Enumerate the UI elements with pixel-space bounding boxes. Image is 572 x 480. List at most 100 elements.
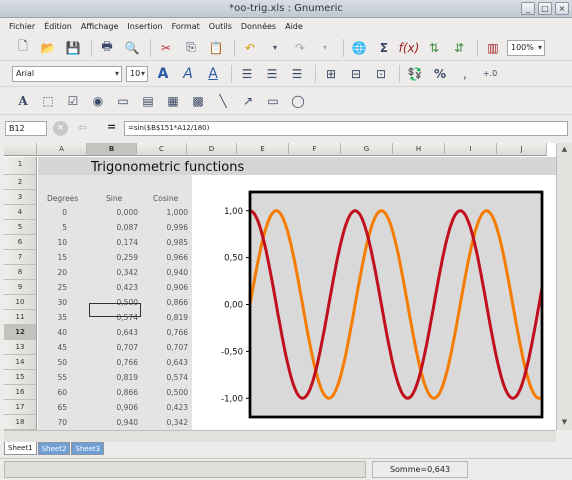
list-icon[interactable]: ▦: [162, 91, 184, 111]
italic-icon[interactable]: A: [177, 64, 199, 84]
merge-cells-icon[interactable]: ⊞: [320, 64, 342, 84]
cell-sine[interactable]: 0,000: [88, 205, 142, 220]
row-header[interactable]: 11: [4, 310, 37, 325]
tab-sheet3[interactable]: Sheet3: [71, 442, 105, 455]
underline-icon[interactable]: A: [202, 64, 224, 84]
scroll-up-icon[interactable]: ▲: [559, 145, 570, 155]
column-header-j[interactable]: J: [497, 143, 547, 156]
label-icon[interactable]: A: [12, 91, 34, 111]
ellipse-icon[interactable]: ◯: [287, 91, 309, 111]
zoom-select[interactable]: 100% ▾: [507, 39, 545, 56]
cell-cosine[interactable]: 0,819: [138, 310, 192, 325]
chart-icon[interactable]: ▥: [482, 38, 504, 58]
cell-cosine[interactable]: 0,643: [138, 355, 192, 370]
cell-cosine[interactable]: 0,342: [138, 415, 192, 430]
thousands-separator-icon[interactable]: ,: [454, 64, 476, 84]
align-left-icon[interactable]: ☰: [236, 64, 258, 84]
column-header-b[interactable]: B: [87, 143, 137, 156]
cell-degrees[interactable]: 20: [38, 265, 71, 280]
cell-cosine[interactable]: 0,940: [138, 265, 192, 280]
split-cells-icon[interactable]: ⊟: [345, 64, 367, 84]
cell-degrees[interactable]: 70: [38, 415, 71, 430]
cell-degrees[interactable]: 45: [38, 340, 71, 355]
column-header-a[interactable]: A: [37, 143, 87, 156]
cell-sine[interactable]: 0,259: [88, 250, 142, 265]
column-header-c[interactable]: C: [137, 143, 187, 156]
cell-cosine[interactable]: 0,766: [138, 325, 192, 340]
cell-cosine[interactable]: 0,866: [138, 295, 192, 310]
row-header[interactable]: 5: [4, 220, 37, 235]
combo-icon[interactable]: ▩: [187, 91, 209, 111]
row-header[interactable]: 15: [4, 370, 37, 385]
cell-degrees[interactable]: 10: [38, 235, 71, 250]
name-box[interactable]: B12: [5, 121, 47, 136]
cell-cosine[interactable]: 0,574: [138, 370, 192, 385]
row-header[interactable]: 16: [4, 385, 37, 400]
cell-sine[interactable]: 0,906: [88, 400, 142, 415]
cell-sine[interactable]: 0,866: [88, 385, 142, 400]
header-cosine[interactable]: Cosine: [153, 191, 178, 206]
cell-sine[interactable]: 0,707: [88, 340, 142, 355]
formula-input[interactable]: =sin($B$151*A12/180): [124, 121, 568, 136]
cell-sine[interactable]: 0,342: [88, 265, 142, 280]
row-header[interactable]: 7: [4, 250, 37, 265]
cell-degrees[interactable]: 40: [38, 325, 71, 340]
row-header[interactable]: 3: [4, 190, 37, 205]
row-header[interactable]: 17: [4, 400, 37, 415]
scrollbar-icon[interactable]: ▤: [137, 91, 159, 111]
menu-affichage[interactable]: Affichage: [81, 19, 119, 35]
print-preview-icon[interactable]: 🔍: [121, 38, 143, 58]
cell-cosine[interactable]: 0,906: [138, 280, 192, 295]
vertical-scrollbar[interactable]: ▲ ▼: [556, 143, 572, 430]
menu-fichier[interactable]: Fichier: [9, 19, 35, 35]
cell-degrees[interactable]: 30: [38, 295, 71, 310]
cell-cosine[interactable]: 0,996: [138, 220, 192, 235]
menu-outils[interactable]: Outils: [209, 19, 232, 35]
radio-button-icon[interactable]: ◉: [87, 91, 109, 111]
currency-icon[interactable]: 💱: [404, 64, 426, 84]
menu-format[interactable]: Format: [172, 19, 200, 35]
undo-dropdown-icon[interactable]: ▾: [264, 38, 286, 58]
cell-degrees[interactable]: 5: [38, 220, 71, 235]
cell-sine[interactable]: 0,819: [88, 370, 142, 385]
new-file-icon[interactable]: 🗋: [12, 38, 34, 58]
cell-cosine[interactable]: 0,500: [138, 385, 192, 400]
horizontal-scrollbar[interactable]: [4, 430, 556, 442]
percent-icon[interactable]: %: [429, 64, 451, 84]
menu-donnees[interactable]: Données: [241, 19, 276, 35]
rectangle-icon[interactable]: ▭: [262, 91, 284, 111]
print-icon[interactable]: 🖶: [96, 38, 118, 58]
row-header[interactable]: 2: [4, 175, 37, 190]
bold-icon[interactable]: A: [152, 64, 174, 84]
sheet-title[interactable]: Trigonometric functions: [91, 159, 244, 177]
maximize-button[interactable]: □: [538, 2, 552, 15]
cell-degrees[interactable]: 0: [38, 205, 71, 220]
font-name-select[interactable]: Arial ▾: [12, 65, 122, 82]
row-header[interactable]: 14: [4, 355, 37, 370]
cell-sine[interactable]: 0,643: [88, 325, 142, 340]
undo-icon[interactable]: ↶: [239, 38, 261, 58]
sum-icon[interactable]: Σ: [373, 38, 395, 58]
cell-cosine[interactable]: 0,985: [138, 235, 192, 250]
row-header[interactable]: 1: [4, 157, 37, 175]
cell-degrees[interactable]: 60: [38, 385, 71, 400]
cell-sine[interactable]: 0,087: [88, 220, 142, 235]
equals-icon[interactable]: =: [107, 120, 116, 133]
accept-icon[interactable]: ⇦: [78, 121, 87, 134]
align-center-icon[interactable]: ☰: [261, 64, 283, 84]
function-icon[interactable]: f(x): [398, 38, 420, 58]
hyperlink-icon[interactable]: 🌐: [348, 38, 370, 58]
paste-icon[interactable]: 📋: [205, 38, 227, 58]
column-header-i[interactable]: I: [445, 143, 497, 156]
cell-cosine[interactable]: 0,707: [138, 340, 192, 355]
cell-cosine[interactable]: 0,423: [138, 400, 192, 415]
header-sine[interactable]: Sine: [106, 191, 122, 206]
cell-cosine[interactable]: 0,966: [138, 250, 192, 265]
open-folder-icon[interactable]: 📂: [37, 38, 59, 58]
trig-chart[interactable]: 1,00 0,50 0,00 -0,50 -1,00: [208, 188, 548, 428]
row-header[interactable]: 4: [4, 205, 37, 220]
spreadsheet-grid[interactable]: ABCDEFGHIJ 12345678910111213141516171819…: [4, 143, 556, 430]
active-cell-cursor[interactable]: [89, 303, 141, 317]
checkbox-icon[interactable]: ☑: [62, 91, 84, 111]
cell-degrees[interactable]: 25: [38, 280, 71, 295]
